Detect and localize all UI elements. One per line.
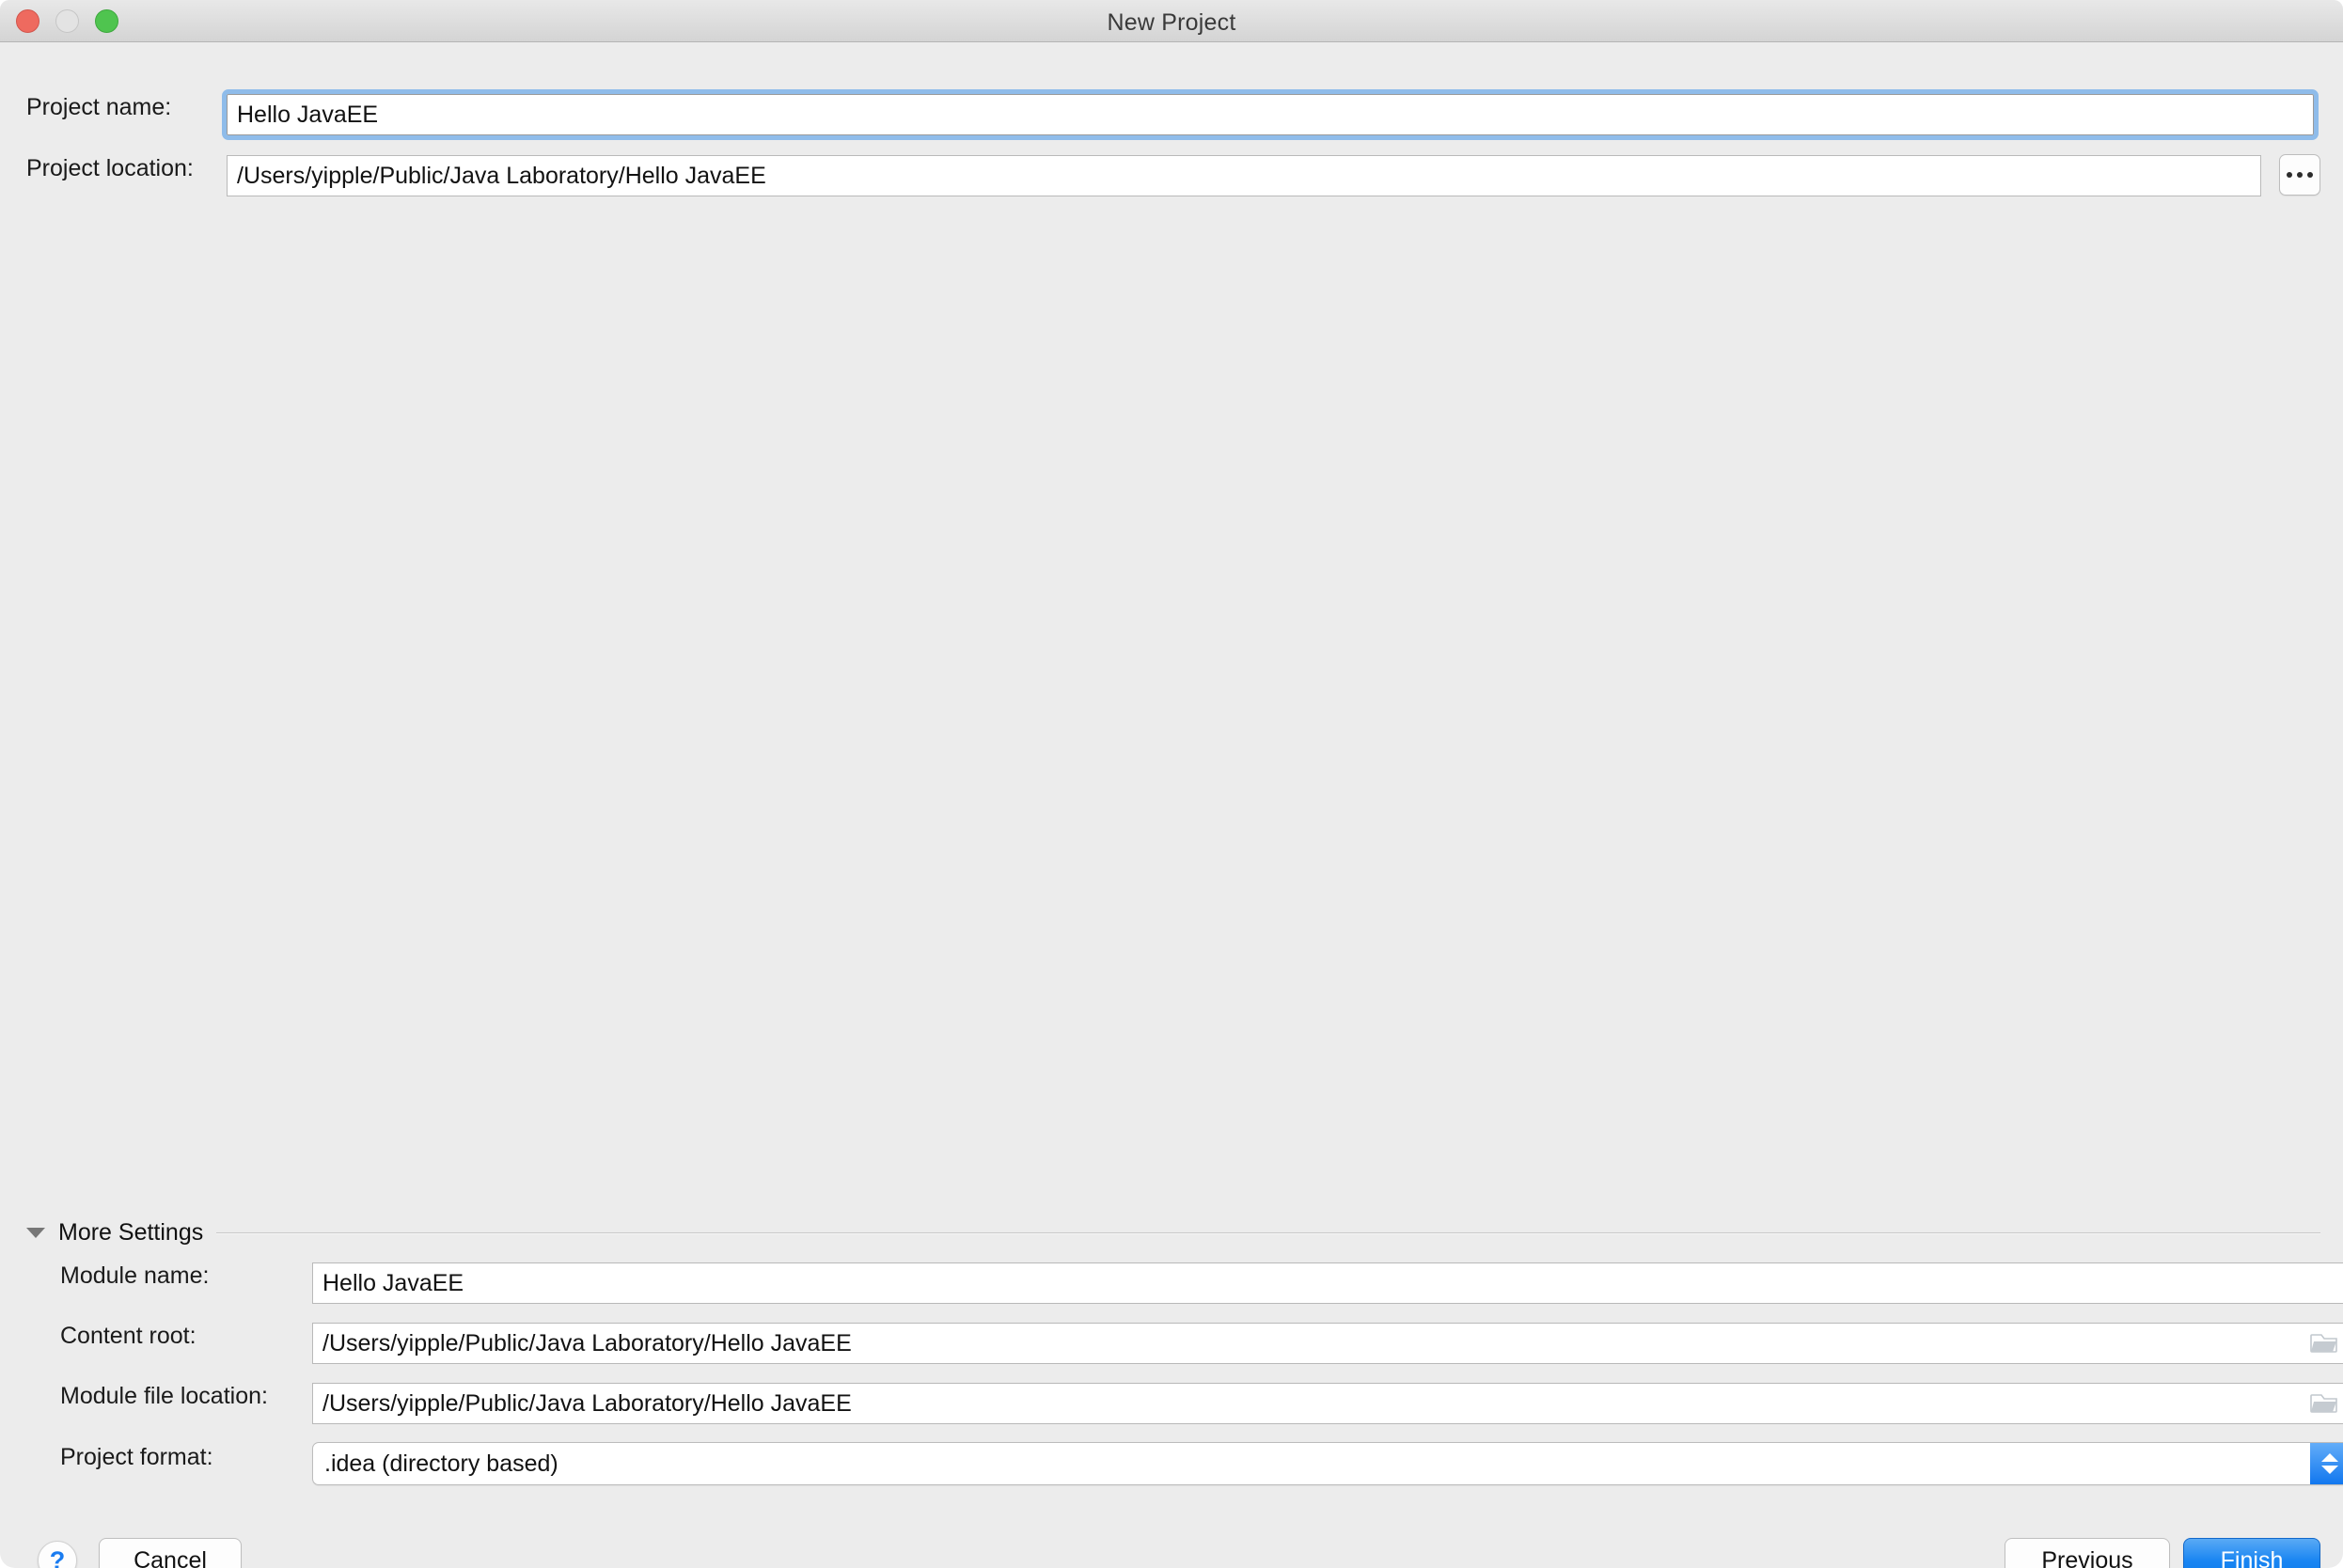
module-name-input[interactable]: Hello JavaEE xyxy=(312,1262,2343,1304)
content-root-label: Content root: xyxy=(60,1323,197,1349)
folder-icon[interactable] xyxy=(2310,1392,2338,1415)
chevron-up-icon xyxy=(2321,1453,2338,1462)
stepper-control[interactable] xyxy=(2310,1443,2343,1484)
ellipsis-dot-icon xyxy=(2297,172,2303,178)
project-format-row: Project format: .idea (directory based) xyxy=(60,1442,2343,1485)
project-location-label: Project location: xyxy=(26,155,194,181)
module-file-location-value: /Users/yipple/Public/Java Laboratory/Hel… xyxy=(322,1389,852,1417)
window-title: New Project xyxy=(1107,9,1236,36)
project-name-input[interactable]: Hello JavaEE xyxy=(222,89,2319,140)
content-root-value: /Users/yipple/Public/Java Laboratory/Hel… xyxy=(322,1329,852,1356)
chevron-down-icon xyxy=(2321,1466,2338,1474)
chevron-down-icon xyxy=(26,1228,45,1238)
cancel-button[interactable]: Cancel xyxy=(99,1538,242,1568)
project-location-input[interactable]: /Users/yipple/Public/Java Laboratory/Hel… xyxy=(227,155,2261,196)
project-format-value: .idea (directory based) xyxy=(324,1450,558,1477)
more-settings-header[interactable]: More Settings xyxy=(26,1219,2320,1247)
previous-button[interactable]: Previous xyxy=(2005,1538,2170,1568)
content-root-row: Content root: /Users/yipple/Public/Java … xyxy=(60,1323,2343,1364)
folder-icon[interactable] xyxy=(2310,1332,2338,1355)
module-name-label: Module name: xyxy=(60,1262,210,1289)
ellipsis-dot-icon xyxy=(2307,172,2313,178)
browse-location-button[interactable] xyxy=(2279,154,2320,196)
project-format-label: Project format: xyxy=(60,1444,213,1470)
project-name-label: Project name: xyxy=(26,94,172,120)
dialog-body: Project name: Hello JavaEE Project locat… xyxy=(0,42,2343,1568)
module-file-location-label: Module file location: xyxy=(60,1383,268,1409)
module-file-location-row: Module file location: /Users/yipple/Publ… xyxy=(60,1383,2343,1424)
module-file-location-input[interactable]: /Users/yipple/Public/Java Laboratory/Hel… xyxy=(312,1383,2343,1424)
ellipsis-dot-icon xyxy=(2287,172,2292,178)
more-settings-label: More Settings xyxy=(58,1219,204,1246)
question-mark-icon: ? xyxy=(49,1545,66,1568)
content-root-input[interactable]: /Users/yipple/Public/Java Laboratory/Hel… xyxy=(312,1323,2343,1364)
finish-button[interactable]: Finish xyxy=(2183,1538,2320,1568)
project-name-row: Project name: Hello JavaEE xyxy=(26,89,2320,140)
project-location-row: Project location: /Users/yipple/Public/J… xyxy=(26,154,2320,196)
module-name-row: Module name: Hello JavaEE xyxy=(60,1262,2343,1304)
title-bar: New Project xyxy=(0,0,2343,42)
section-divider xyxy=(216,1231,2320,1234)
project-format-select[interactable]: .idea (directory based) xyxy=(312,1442,2343,1485)
help-button[interactable]: ? xyxy=(38,1541,77,1568)
new-project-dialog: New Project Project name: Hello JavaEE P… xyxy=(0,0,2343,1568)
